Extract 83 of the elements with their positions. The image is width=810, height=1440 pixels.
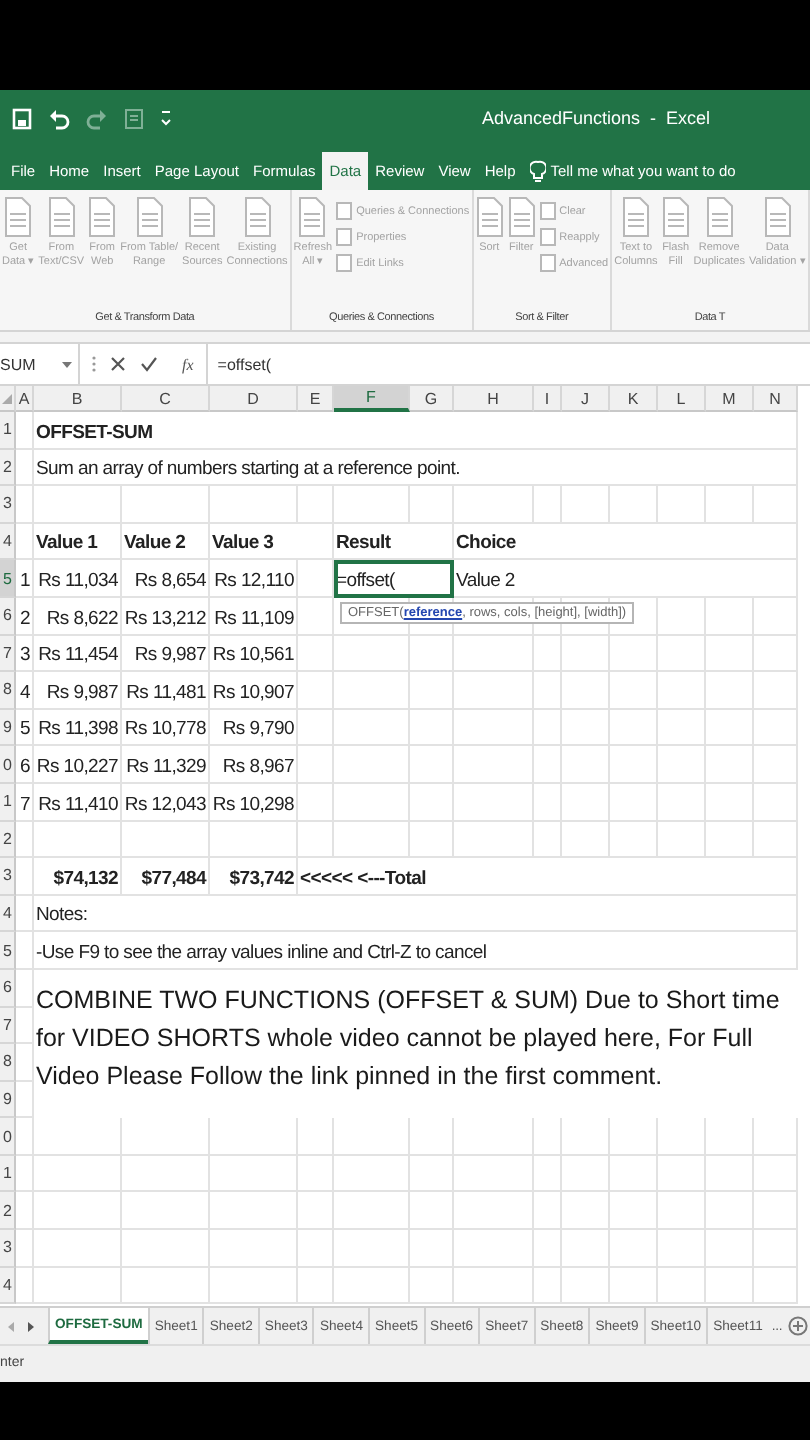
row-header[interactable]: 6	[0, 597, 16, 636]
spreadsheet-cell: Rs 9,987	[122, 635, 210, 673]
spreadsheet-cell: Rs 8,654	[122, 560, 210, 598]
spreadsheet-cell: Rs 8,967	[210, 746, 298, 784]
spreadsheet-cell: Value 3	[210, 523, 334, 561]
row-header[interactable]: 1	[0, 412, 16, 450]
column-header[interactable]: G	[410, 386, 454, 412]
spreadsheet-cell: Rs 11,329	[122, 746, 210, 784]
spreadsheet-cell: Rs 13,212	[122, 597, 210, 636]
spreadsheet-cell: Rs 11,454	[34, 635, 122, 673]
column-header[interactable]: D	[210, 386, 298, 412]
row-header[interactable]: 9	[0, 1081, 16, 1119]
spreadsheet-cell: $77,484	[122, 858, 210, 896]
spreadsheet-cell: Rs 11,410	[34, 783, 122, 822]
spreadsheet-cell: $74,132	[34, 858, 122, 896]
spreadsheet-cell: 2	[16, 597, 34, 636]
row-header[interactable]: 6	[0, 969, 16, 1007]
spreadsheet-cell: Rs 10,227	[34, 746, 122, 784]
row-header[interactable]: 2	[0, 449, 16, 487]
row-header[interactable]: 7	[0, 635, 16, 673]
row-header[interactable]: 0	[0, 746, 16, 784]
spreadsheet-cell: Choice	[454, 523, 798, 561]
row-header[interactable]: 5	[0, 932, 16, 970]
row-header[interactable]: 2	[0, 821, 16, 859]
row-header[interactable]: 4	[0, 523, 16, 561]
row-header[interactable]: 3	[0, 1230, 16, 1268]
spreadsheet-cell: 4	[16, 672, 34, 710]
row-header[interactable]: 5	[0, 560, 16, 598]
spreadsheet-cell: 5	[16, 709, 34, 747]
spreadsheet-cell: 3	[16, 635, 34, 673]
name-box[interactable]: SUM	[0, 344, 80, 384]
column-header[interactable]: I	[534, 386, 562, 412]
window-title: AdvancedFunctions - Excel	[481, 108, 710, 128]
spreadsheet-cell: <<<<< <---Total	[298, 858, 798, 896]
row-header[interactable]: 7	[0, 1007, 16, 1045]
spreadsheet-cell: Value 2	[454, 560, 798, 598]
row-header[interactable]: 1	[0, 783, 16, 822]
row-header[interactable]: 0	[0, 1118, 16, 1156]
row-header[interactable]: 4	[0, 895, 16, 933]
column-header[interactable]: J	[562, 386, 610, 412]
row-header[interactable]: 3	[0, 486, 16, 524]
row-header[interactable]: 2	[0, 1192, 16, 1231]
spreadsheet-cell: Rs 12,110	[210, 560, 298, 598]
row-header[interactable]: 8	[0, 1044, 16, 1082]
column-header[interactable]: H	[454, 386, 534, 412]
row-header[interactable]: 4	[0, 1267, 16, 1305]
spreadsheet-cell: =offset(	[334, 560, 454, 598]
column-header[interactable]: E	[298, 386, 334, 412]
insert-function-button[interactable]: fx	[182, 355, 194, 373]
column-header[interactable]: C	[122, 386, 210, 412]
column-header[interactable]: N	[754, 386, 798, 412]
column-header[interactable]: L	[658, 386, 706, 412]
column-header[interactable]: F	[334, 386, 410, 412]
row-header[interactable]: 9	[0, 709, 16, 747]
spreadsheet-cell: Rs 10,298	[210, 783, 298, 822]
spreadsheet-cell: Rs 11,034	[34, 560, 122, 598]
spreadsheet-cell: Rs 11,398	[34, 709, 122, 747]
spreadsheet-cell: Rs 8,622	[34, 597, 122, 636]
row-header[interactable]: 3	[0, 858, 16, 896]
spreadsheet-cell: 7	[16, 783, 34, 822]
spreadsheet-cell: Rs 12,043	[122, 783, 210, 822]
spreadsheet-cell: OFFSET-SUM	[34, 412, 798, 450]
column-header[interactable]: B	[34, 386, 122, 412]
spreadsheet-cell: Value 1	[34, 523, 122, 561]
spreadsheet-cell: Rs 10,907	[210, 672, 298, 710]
spreadsheet-cell: 1	[16, 560, 34, 598]
spreadsheet-cell: Sum an array of numbers starting at a reference point.	[34, 449, 798, 487]
column-header[interactable]: M	[706, 386, 754, 412]
column-header[interactable]: K	[610, 386, 658, 412]
spreadsheet-cell: Rs 10,778	[122, 709, 210, 747]
spreadsheet-cell: Rs 10,561	[210, 635, 298, 673]
column-header[interactable]: A	[16, 386, 34, 412]
spreadsheet-cell: Rs 9,790	[210, 709, 298, 747]
formula-field[interactable]: =offset(	[205, 344, 810, 384]
spreadsheet-cell: 6	[16, 746, 34, 784]
spreadsheet-cell: Rs 11,481	[122, 672, 210, 710]
row-header[interactable]: 8	[0, 672, 16, 710]
row-header[interactable]: 1	[0, 1155, 16, 1193]
spreadsheet-cell: Value 2	[122, 523, 210, 561]
spreadsheet-cell: Rs 11,109	[210, 597, 298, 636]
spreadsheet-cell: Rs 9,987	[34, 672, 122, 710]
spreadsheet-cell: $73,742	[210, 858, 298, 896]
spreadsheet-cell: Notes:	[34, 895, 798, 933]
